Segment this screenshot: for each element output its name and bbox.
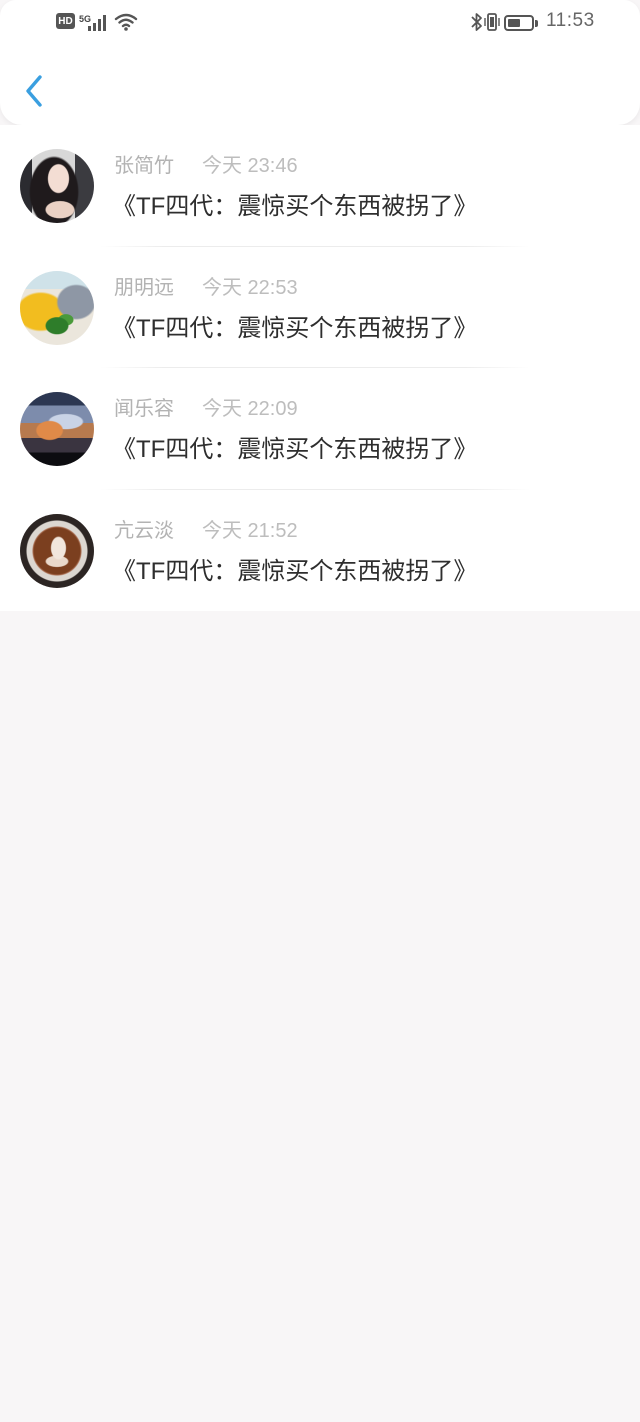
chevron-left-icon	[26, 75, 42, 107]
message-time: 今天 23:46	[202, 155, 298, 177]
sender-name: 朋明远	[114, 276, 174, 299]
status-time: 11:53	[546, 10, 595, 31]
sender-name: 闻乐容	[114, 398, 174, 420]
message-time: 今天 21:52	[202, 519, 298, 542]
avatar[interactable]	[20, 270, 94, 345]
message-time: 今天 22:09	[202, 398, 298, 420]
battery-icon	[504, 12, 538, 34]
list-item[interactable]: 朋明远 今天 22:53 《TF四代：震惊买个东西被拐了》	[0, 247, 640, 368]
sender-name: 亢云淡	[114, 519, 174, 542]
signal-icon	[86, 11, 110, 33]
list-item[interactable]: 张简竹 今天 23:46 《TF四代：震惊买个东西被拐了》	[0, 125, 640, 247]
avatar[interactable]	[20, 149, 94, 223]
message-list: 张简竹 今天 23:46 《TF四代：震惊买个东西被拐了》 朋明远 今天 22:…	[0, 125, 640, 611]
battery-cap	[535, 19, 538, 27]
message-text: 《TF四代：震惊买个东西被拐了》	[112, 436, 478, 463]
hd-label: HD	[58, 15, 73, 27]
hd-icon: HD	[56, 13, 75, 29]
bluetooth-icon	[470, 11, 484, 33]
battery-level-fill	[508, 19, 521, 27]
avatar[interactable]	[20, 513, 94, 588]
message-text: 《TF四代：震惊买个东西被拐了》	[112, 314, 478, 342]
vibrate-icon	[484, 11, 500, 33]
message-text: 《TF四代：震惊买个东西被拐了》	[112, 193, 478, 220]
message-text: 《TF四代：震惊买个东西被拐了》	[112, 557, 478, 585]
battery-body	[504, 15, 534, 31]
avatar[interactable]	[20, 392, 94, 466]
list-item[interactable]: 亢云淡 今天 21:52 《TF四代：震惊买个东西被拐了》	[0, 490, 640, 612]
status-bar: HD 5G 11:53	[0, 0, 640, 45]
message-time: 今天 22:53	[202, 276, 298, 299]
list-item[interactable]: 闻乐容 今天 22:09 《TF四代：震惊买个东西被拐了》	[0, 368, 640, 490]
sender-name: 张简竹	[114, 155, 174, 177]
wifi-icon	[114, 11, 138, 33]
back-button[interactable]	[20, 70, 54, 112]
header: HD 5G 11:53	[0, 0, 640, 125]
